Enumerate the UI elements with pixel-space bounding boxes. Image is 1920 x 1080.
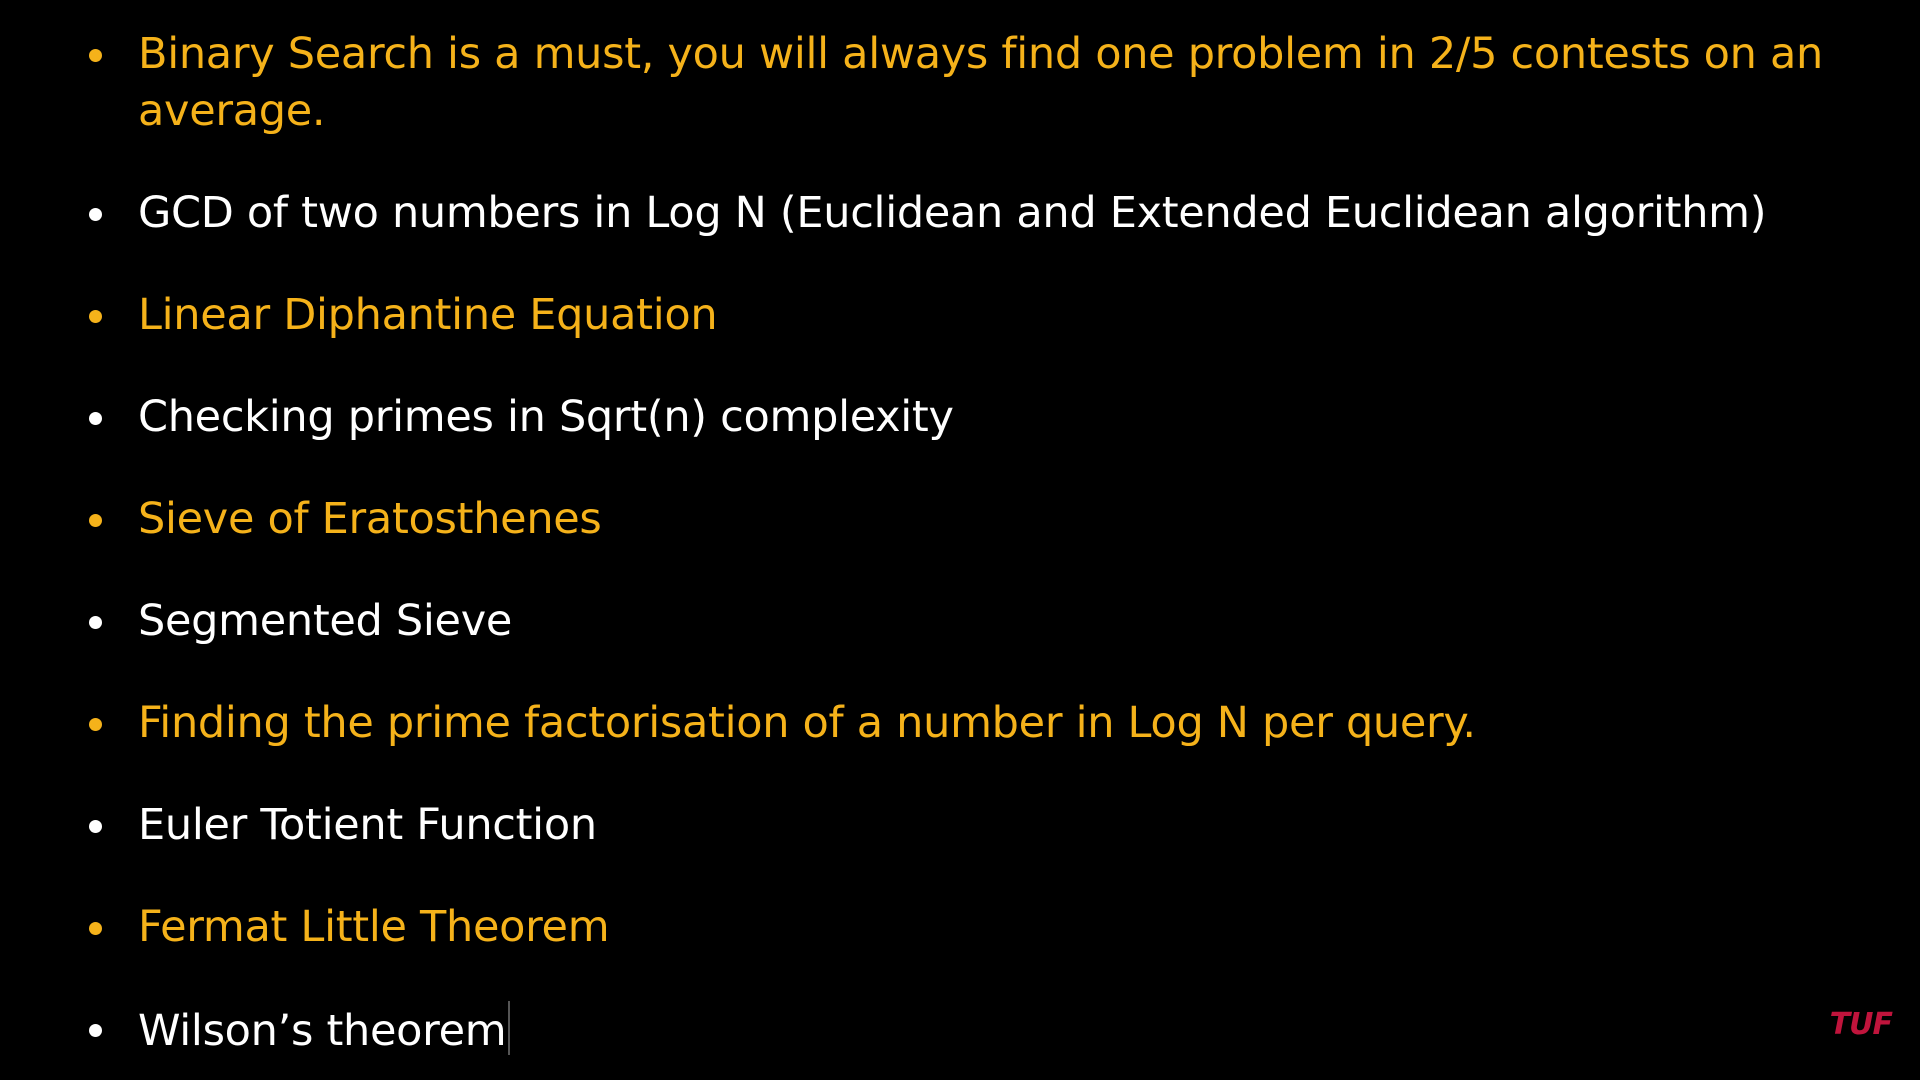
list-item-text: GCD of two numbers in Log N (Euclidean a… bbox=[138, 188, 1767, 238]
list-item: Binary Search is a must, you will always… bbox=[89, 26, 1838, 140]
list-item: GCD of two numbers in Log N (Euclidean a… bbox=[89, 185, 1838, 242]
list-item-text: Linear Diphantine Equation bbox=[138, 290, 718, 340]
bullet-icon bbox=[89, 514, 102, 527]
bullet-icon bbox=[89, 820, 102, 833]
bullet-icon bbox=[89, 718, 102, 731]
list-item: Sieve of Eratosthenes bbox=[89, 491, 1838, 548]
list-item: Fermat Little Theorem bbox=[89, 899, 1838, 956]
bullet-icon bbox=[89, 616, 102, 629]
bullet-icon bbox=[89, 412, 102, 425]
slide: Binary Search is a must, you will always… bbox=[0, 0, 1920, 1080]
list-item: Finding the prime factorisation of a num… bbox=[89, 695, 1838, 752]
list-item: Segmented Sieve bbox=[89, 593, 1838, 650]
bullet-icon bbox=[89, 208, 102, 221]
list-item: Euler Totient Function bbox=[89, 797, 1838, 854]
channel-logo: TUF bbox=[1829, 1007, 1893, 1042]
text-cursor bbox=[508, 1001, 511, 1055]
list-item-text: Wilson’s theorem bbox=[138, 1006, 507, 1056]
list-item: Linear Diphantine Equation bbox=[89, 287, 1838, 344]
list-item-text: Checking primes in Sqrt(n) complexity bbox=[138, 392, 954, 442]
list-item-text: Finding the prime factorisation of a num… bbox=[138, 698, 1476, 748]
list-item-text: Segmented Sieve bbox=[138, 596, 513, 646]
list-item-text: Binary Search is a must, you will always… bbox=[138, 29, 1824, 136]
list-item: Wilson’s theorem bbox=[89, 1001, 1838, 1060]
list-item-text: Fermat Little Theorem bbox=[138, 902, 610, 952]
list-item-text: Sieve of Eratosthenes bbox=[138, 494, 602, 544]
bullet-icon bbox=[89, 1024, 102, 1037]
list-item: Checking primes in Sqrt(n) complexity bbox=[89, 389, 1838, 446]
bullet-icon bbox=[89, 922, 102, 935]
list-item-text: Euler Totient Function bbox=[138, 800, 597, 850]
bullet-icon bbox=[89, 310, 102, 323]
bullet-icon bbox=[89, 49, 102, 62]
